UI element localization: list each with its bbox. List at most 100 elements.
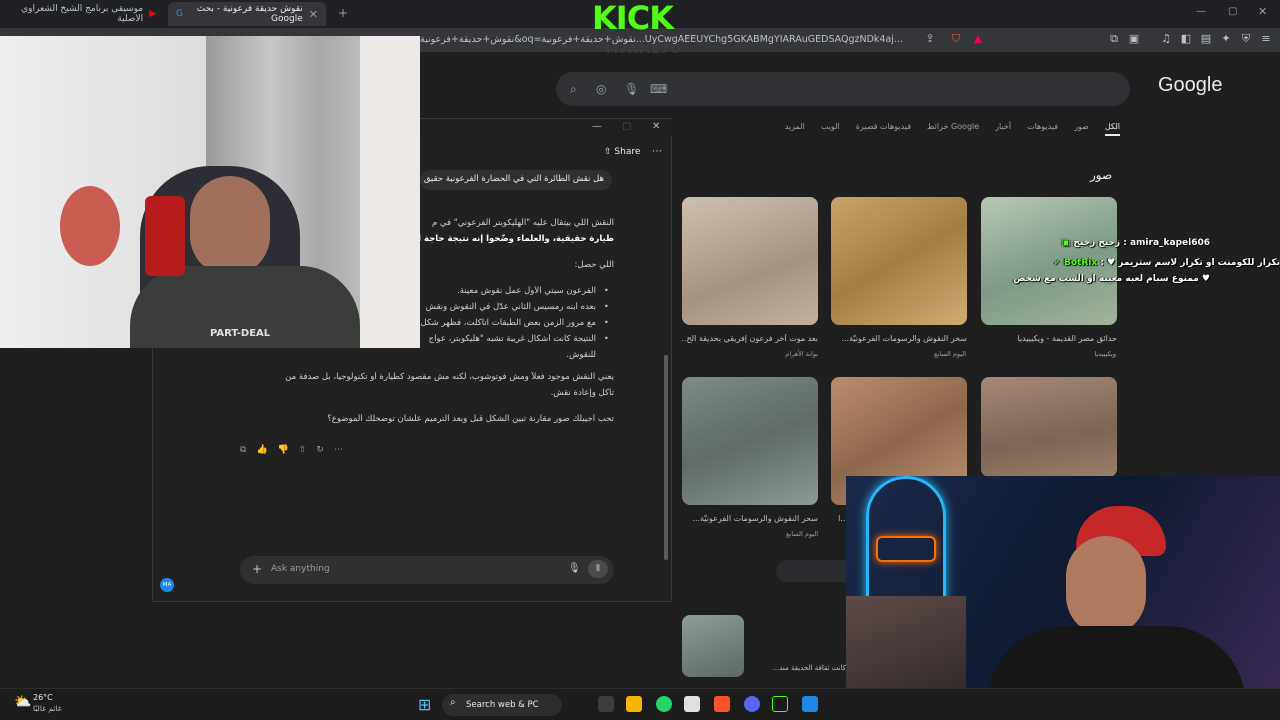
wallet-icon[interactable]: ▤ [1200,33,1212,45]
image-caption[interactable]: سحر النقوش والرسومات الفرعونيّة... [831,334,967,343]
tab-videos[interactable]: فيديوهات [1027,122,1058,136]
composer-placeholder[interactable]: Ask anything [271,564,330,574]
app-icon[interactable] [684,696,700,712]
answer-line: يعني النقش موجود فعلاً ومش فوتوشوب، لكنه… [285,372,614,382]
tab-news[interactable]: أخبار [995,122,1011,136]
window-close-icon[interactable]: ✕ [1258,5,1267,18]
music-icon[interactable]: ♫ [1160,33,1172,45]
google-icon: G [176,9,183,19]
search-icon: ⌕ [450,697,456,708]
thumbs-up-icon[interactable]: 👍 [256,445,267,455]
more-icon[interactable]: ⋯ [334,445,343,455]
chat-username: BotRix [1064,258,1098,268]
message-actions: ⧉ 👍 👎 ⇧ ↻ ⋯ [240,445,343,455]
answer-line: تآكل وإعادة نقش. [550,388,614,398]
share-label: Share [614,147,641,157]
image-result[interactable] [981,377,1117,477]
new-tab-button[interactable]: + [338,6,348,20]
tab-more[interactable]: المزيد [785,122,805,136]
rewards-icon[interactable]: ▲ [972,33,984,45]
brave-icon[interactable] [714,696,730,712]
bullet: • [604,302,609,311]
vpn-icon[interactable]: ⛨ [1240,33,1252,45]
thumbs-down-icon[interactable]: 👎 [278,445,289,455]
chat-text: تكرار للكومنت او تكرار لاسم ستريمر ♥ [1107,258,1280,268]
avatar[interactable]: MA [160,578,174,592]
app-icon[interactable] [802,696,818,712]
close-icon[interactable]: ✕ [309,8,318,21]
kick-app-icon[interactable] [772,696,788,712]
images-heading: صور [1090,168,1113,182]
tab-google-search[interactable]: ✕ نقوش حديقة فرعونية - بحث Google G [168,2,326,26]
image-result[interactable] [682,377,818,505]
minimize-icon[interactable]: — [592,121,602,132]
google-tabs: الكل صور فيديوهات أخبار خرائط Google فيد… [780,122,1120,136]
google-search-box[interactable] [556,72,1130,106]
lens-icon[interactable]: ◎ [596,82,606,96]
result-thumbnail[interactable] [682,615,744,677]
image-source: بوابة الأهرام [785,350,818,358]
bullet: • [604,286,609,295]
menu-icon[interactable]: ≡ [1260,33,1272,45]
google-logo[interactable]: Google [1158,74,1223,97]
more-images-button[interactable] [776,560,856,582]
answer-bullet: بعده ابنه رمسيس الثاني عدّل في النقوش ون… [425,302,596,312]
keyboard-icon[interactable]: ⌨ [650,82,667,96]
taskbar-search[interactable]: Search web & PC [442,694,562,716]
share-icon[interactable]: ⇧ [299,445,307,455]
maximize-icon[interactable]: ▢ [622,121,631,132]
tab-all[interactable]: الكل [1104,122,1120,136]
task-view-icon[interactable] [598,696,614,712]
windows-start-icon[interactable]: ⊞ [418,695,431,714]
youtube-icon: ▶ [149,9,156,19]
chat-username: amira_kapel606 [1129,238,1210,248]
share-button[interactable]: ⇧ Share [604,147,640,157]
tab-label: نقوش حديقة فرعونية - بحث Google [196,4,303,24]
more-options-icon[interactable]: ⋯ [652,146,662,157]
weather-condition[interactable]: غائم غالبًا [33,704,62,713]
image-result[interactable] [682,197,818,325]
tab-short-videos[interactable]: فيديوهات قصيرة [856,122,911,136]
answer-bullet: الفرعون سيتي الأول عمل نقوش معينة. [457,286,596,296]
tab-web[interactable]: الويب [821,122,840,136]
chat-message: amira_kapel606 : زحيح زحيح ▣ [1061,238,1210,248]
plus-icon[interactable]: + [252,562,262,576]
share-icon[interactable]: ⇪ [924,33,936,45]
answer-bullet: النتيجة كانت أشكال غريبة تشبه "هليكوبتر،… [428,334,596,344]
image-source: ويكيبيديا [1094,350,1116,358]
weather-temperature[interactable]: 26°C [33,693,53,702]
mic-icon[interactable]: 🎙 [624,82,639,96]
search-icon[interactable]: ⌕ [570,82,577,97]
minimize-icon[interactable]: — [1196,6,1206,17]
kick-logo: KICK [592,0,674,37]
discord-icon[interactable] [744,696,760,712]
tab-maps[interactable]: خرائط Google [927,122,979,136]
user-message: هل نقش الطائرة التي في الحضارة الفرعونية… [420,170,612,190]
chat-text: زحيح زحيح [1073,238,1121,248]
voice-mode-icon[interactable]: ⦀ [588,560,608,578]
image-source: اليوم السابع [785,530,818,538]
chatgpt-titlebar [420,119,672,137]
mic-icon[interactable]: 🎙 [568,563,581,574]
screenshot-icon[interactable]: ▣ [1128,33,1140,45]
upload-icon: ⇧ [604,147,612,157]
copy-icon[interactable]: ⧉ [240,445,246,455]
leo-icon[interactable]: ✦ [1220,33,1232,45]
close-icon[interactable]: ✕ [652,121,660,132]
brave-shield-icon[interactable]: ⛉ [950,33,962,45]
tab-music[interactable]: ▶ موسيقى برنامج الشيخ الشعراوي الاصلية [4,2,164,26]
extensions-icon[interactable]: ⧉ [1108,33,1120,45]
regenerate-icon[interactable]: ↻ [316,445,324,455]
image-caption[interactable]: سحر النقوش والرسومات الفرعونيّة... [682,514,818,523]
whatsapp-icon[interactable] [656,696,672,712]
sidebar-icon[interactable]: ◧ [1180,33,1192,45]
image-result[interactable] [831,197,967,325]
answer-line: تحب أجيبلك صور مقارنة تبين الشكل قبل وبع… [327,414,614,424]
file-explorer-icon[interactable] [626,696,642,712]
image-caption[interactable]: حدائق مصر القديمة - ويكيبيديا [981,334,1117,343]
maximize-icon[interactable]: ▢ [1228,6,1237,17]
scrollbar[interactable] [664,355,668,560]
tab-images[interactable]: صور [1074,122,1089,136]
image-caption[interactable]: بعد موت آخر فرعون إفريقي بحديقة الح... [682,334,818,343]
weather-icon[interactable]: ⛅ [14,694,31,710]
